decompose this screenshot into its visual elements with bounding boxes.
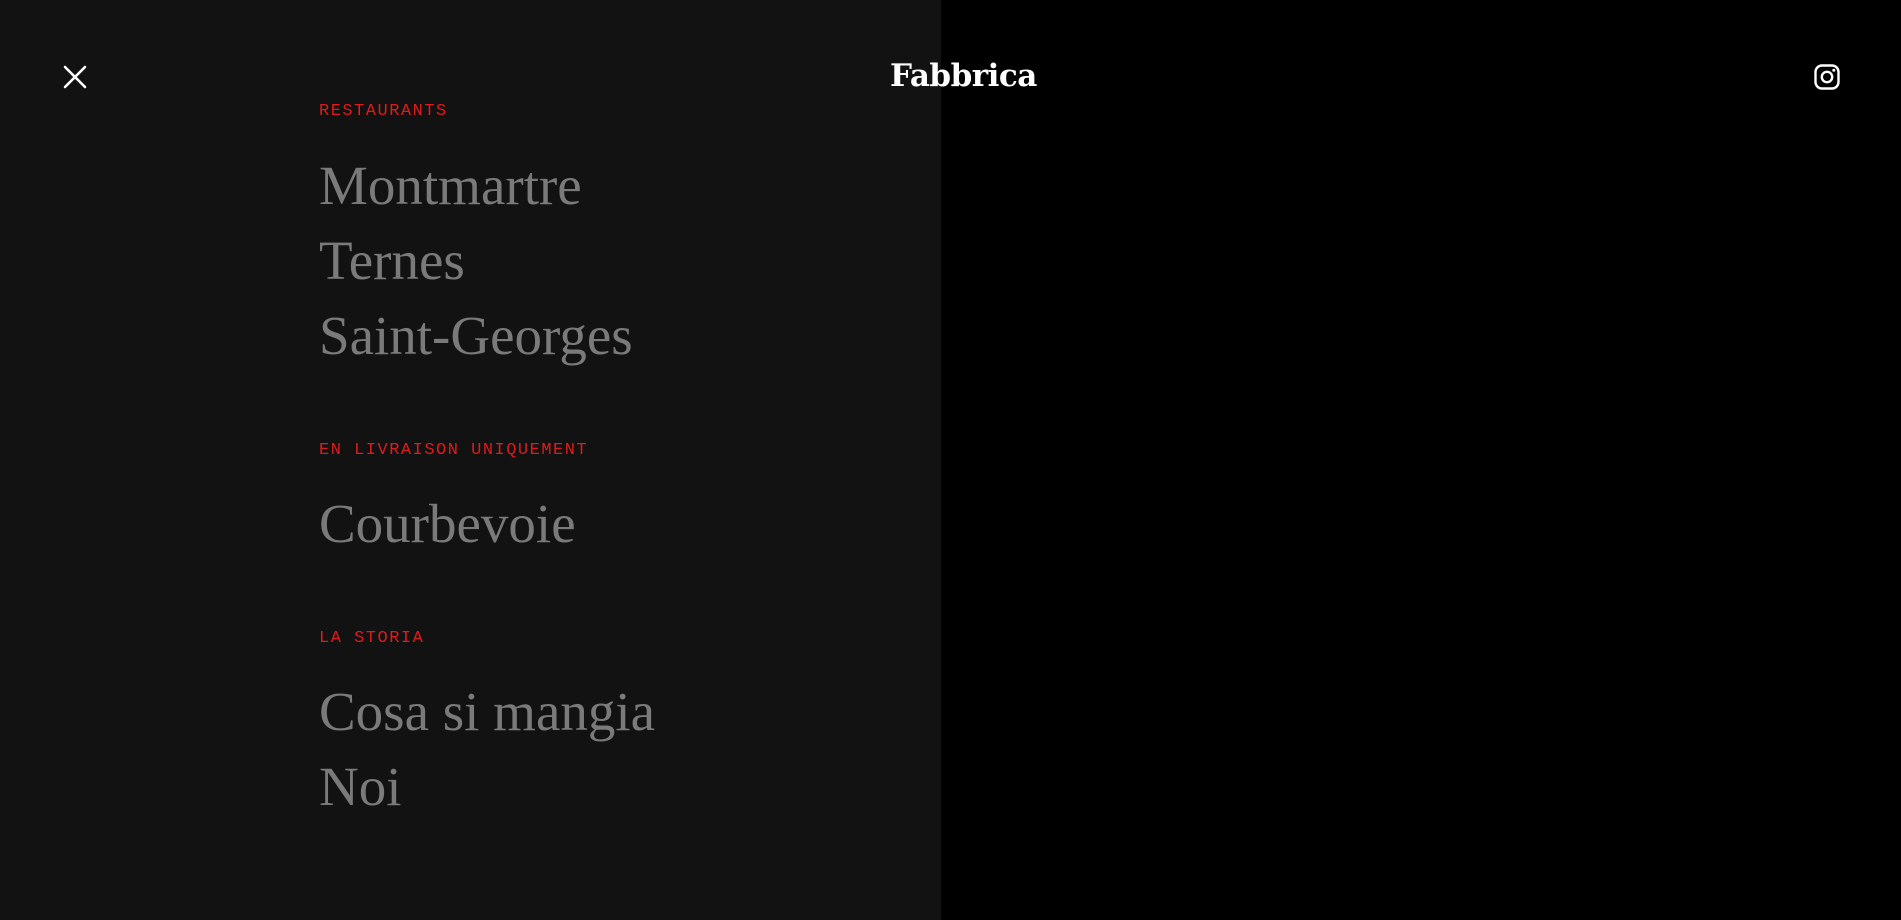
section-heading-delivery-only: EN LIVRAISON UNIQUEMENT <box>319 441 589 460</box>
nav-link-montmartre[interactable]: Montmartre <box>319 154 582 218</box>
nav-link-ternes[interactable]: Ternes <box>319 229 465 293</box>
section-heading-restaurants: RESTAURANTS <box>319 102 448 121</box>
nav-link-saint-georges[interactable]: Saint-Georges <box>319 304 633 368</box>
page: Fabbrica RESTAURANTS Montmartre Ternes S… <box>0 0 1901 920</box>
instagram-icon <box>1814 64 1840 90</box>
nav-link-noi[interactable]: Noi <box>319 755 402 819</box>
instagram-button[interactable] <box>1813 63 1841 91</box>
section-heading-la-storia: LA STORIA <box>319 629 425 648</box>
brand-logo[interactable]: Fabbrica <box>890 56 1037 96</box>
nav-link-cosa-si-mangia[interactable]: Cosa si mangia <box>319 680 655 744</box>
close-menu-button[interactable] <box>60 62 90 92</box>
close-icon <box>63 65 87 89</box>
content-panel <box>941 0 1901 920</box>
nav-link-courbevoie[interactable]: Courbevoie <box>319 492 576 556</box>
